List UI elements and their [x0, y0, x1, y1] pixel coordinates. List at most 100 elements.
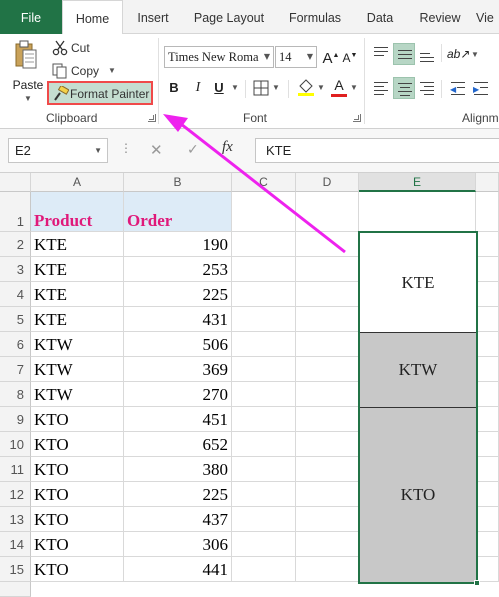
borders-icon[interactable] — [253, 80, 269, 96]
empty-cell[interactable] — [476, 232, 499, 257]
select-all-corner[interactable] — [0, 173, 31, 192]
empty-cell[interactable] — [232, 457, 296, 482]
tab-page-layout[interactable]: Page Layout — [182, 0, 276, 34]
order-cell[interactable]: 441 — [124, 557, 232, 582]
empty-cell[interactable] — [476, 482, 499, 507]
empty-cell[interactable] — [296, 457, 359, 482]
order-cell[interactable]: 506 — [124, 332, 232, 357]
empty-cell[interactable] — [232, 557, 296, 582]
product-cell[interactable]: KTO — [31, 532, 124, 557]
row-header[interactable]: 2 — [0, 232, 31, 257]
empty-cell[interactable] — [296, 532, 359, 557]
empty-cell[interactable] — [476, 192, 499, 232]
column-header-e[interactable]: E — [359, 173, 476, 192]
product-cell[interactable]: KTO — [31, 557, 124, 582]
empty-cell[interactable] — [476, 382, 499, 407]
empty-cell[interactable] — [232, 482, 296, 507]
order-cell[interactable]: 369 — [124, 357, 232, 382]
row-header[interactable]: 10 — [0, 432, 31, 457]
product-cell[interactable]: KTE — [31, 232, 124, 257]
empty-cell[interactable] — [232, 307, 296, 332]
order-cell[interactable]: 652 — [124, 432, 232, 457]
empty-cell[interactable] — [232, 282, 296, 307]
column-header-d[interactable]: D — [296, 173, 359, 192]
chevron-down-icon[interactable]: ▼ — [349, 78, 359, 98]
order-cell[interactable]: 225 — [124, 482, 232, 507]
more-options-icon[interactable]: ⋮ — [120, 141, 132, 155]
row-header[interactable]: 12 — [0, 482, 31, 507]
row-header[interactable]: 8 — [0, 382, 31, 407]
empty-cell[interactable] — [232, 232, 296, 257]
top-align-button[interactable] — [370, 43, 392, 65]
column-header-b[interactable]: B — [124, 173, 232, 192]
chevron-down-icon[interactable]: ▼ — [230, 78, 240, 98]
orientation-icon[interactable]: ab↗ — [447, 44, 470, 64]
empty-cell[interactable] — [476, 507, 499, 532]
merged-cell-ktw[interactable]: KTW — [359, 332, 477, 408]
header-cell-product[interactable]: Product — [31, 192, 124, 232]
paste-button[interactable]: Paste ▼ — [6, 38, 46, 103]
empty-cell[interactable] — [232, 257, 296, 282]
dialog-launcher-icon[interactable] — [148, 114, 156, 122]
tab-formulas[interactable]: Formulas — [276, 0, 354, 34]
empty-cell[interactable] — [296, 307, 359, 332]
align-right-button[interactable] — [416, 77, 438, 99]
tab-view[interactable]: Vie — [476, 0, 499, 34]
empty-cell[interactable] — [476, 557, 499, 582]
enter-icon[interactable]: ✓ — [187, 141, 199, 158]
empty-cell[interactable] — [296, 192, 359, 232]
row-header[interactable]: 9 — [0, 407, 31, 432]
empty-cell[interactable] — [232, 332, 296, 357]
fill-color-icon[interactable] — [297, 77, 315, 97]
fill-handle[interactable] — [474, 580, 480, 586]
row-header[interactable]: 3 — [0, 257, 31, 282]
empty-cell[interactable] — [476, 407, 499, 432]
order-cell[interactable]: 437 — [124, 507, 232, 532]
empty-cell[interactable] — [476, 432, 499, 457]
name-box[interactable]: E2 ▼ — [8, 138, 108, 163]
order-cell[interactable]: 225 — [124, 282, 232, 307]
order-cell[interactable]: 451 — [124, 407, 232, 432]
empty-cell[interactable] — [476, 457, 499, 482]
empty-cell[interactable] — [232, 507, 296, 532]
product-cell[interactable]: KTW — [31, 382, 124, 407]
cancel-icon[interactable]: ✕ — [150, 141, 163, 159]
empty-cell[interactable] — [296, 507, 359, 532]
middle-align-button[interactable] — [393, 43, 415, 65]
empty-cell[interactable] — [296, 257, 359, 282]
empty-cell[interactable] — [476, 357, 499, 382]
product-cell[interactable]: KTO — [31, 407, 124, 432]
dialog-launcher-icon[interactable] — [353, 114, 361, 122]
tab-data[interactable]: Data — [354, 0, 406, 34]
empty-cell[interactable] — [232, 382, 296, 407]
empty-cell[interactable] — [232, 532, 296, 557]
font-size-select[interactable]: 14 ▼ — [275, 46, 317, 68]
empty-cell[interactable] — [296, 282, 359, 307]
italic-button[interactable]: I — [190, 78, 206, 98]
column-header-a[interactable]: A — [31, 173, 124, 192]
product-cell[interactable]: KTO — [31, 457, 124, 482]
order-cell[interactable]: 306 — [124, 532, 232, 557]
merged-cell-kto[interactable]: KTO — [359, 407, 477, 583]
empty-cell[interactable] — [296, 232, 359, 257]
product-cell[interactable]: KTW — [31, 332, 124, 357]
tab-home[interactable]: Home — [62, 0, 123, 35]
empty-cell[interactable] — [476, 282, 499, 307]
row-header[interactable]: 15 — [0, 557, 31, 582]
increase-indent-icon[interactable]: ▶ — [470, 77, 492, 99]
product-cell[interactable]: KTE — [31, 282, 124, 307]
empty-cell[interactable] — [296, 407, 359, 432]
worksheet-grid[interactable]: A B C D E 1 Product Order 2 KTE 190 3 KTE 253 4 KT… — [0, 173, 499, 597]
decrease-indent-icon[interactable]: ◀ — [447, 77, 469, 99]
row-header[interactable]: 4 — [0, 282, 31, 307]
format-painter-button[interactable]: Format Painter — [47, 81, 153, 105]
underline-button[interactable]: U — [211, 78, 227, 98]
empty-cell[interactable] — [296, 332, 359, 357]
order-cell[interactable]: 190 — [124, 232, 232, 257]
empty-cell[interactable] — [232, 407, 296, 432]
merged-cell-kte[interactable]: KTE — [359, 232, 477, 333]
product-cell[interactable]: KTW — [31, 357, 124, 382]
order-cell[interactable]: 431 — [124, 307, 232, 332]
header-cell-order[interactable]: Order — [124, 192, 232, 232]
empty-cell[interactable] — [359, 192, 476, 232]
